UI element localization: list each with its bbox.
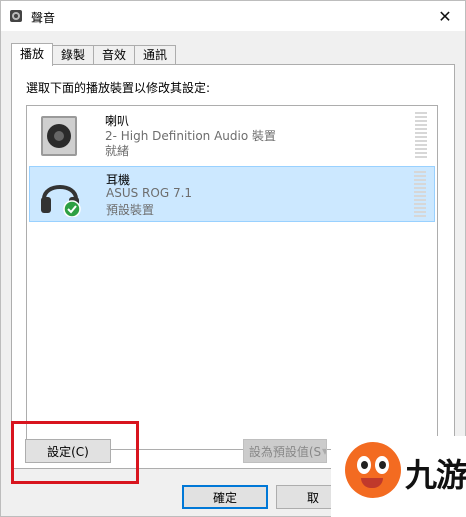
set-default-button[interactable]: 設為預設值(S bbox=[243, 439, 327, 463]
device-status: 預設裝置 bbox=[106, 203, 155, 217]
device-description: ASUS ROG 7.1 bbox=[106, 186, 193, 200]
logo-text: 九游 bbox=[405, 456, 466, 494]
tab-playback[interactable]: 播放 bbox=[11, 43, 54, 66]
speaker-icon bbox=[41, 116, 77, 156]
window-title: 聲音 bbox=[31, 11, 56, 25]
tab-sounds[interactable]: 音效 bbox=[93, 45, 136, 65]
device-description: 2- High Definition Audio 裝置 bbox=[105, 129, 277, 143]
mascot-icon bbox=[345, 442, 401, 498]
playback-panel: 選取下面的播放裝置以修改其設定: 喇叭 2- High Definition A… bbox=[11, 64, 455, 469]
tab-bar: 播放 錄製 音效 通訊 bbox=[11, 43, 177, 66]
device-list[interactable]: 喇叭 2- High Definition Audio 裝置 就緒 耳機 ASU… bbox=[26, 105, 438, 450]
close-button[interactable]: ✕ bbox=[425, 1, 465, 31]
device-item-speakers[interactable]: 喇叭 2- High Definition Audio 裝置 就緒 bbox=[29, 108, 435, 164]
instruction-text: 選取下面的播放裝置以修改其設定: bbox=[26, 81, 211, 95]
title-bar: 聲音 ✕ bbox=[1, 1, 465, 31]
ok-button[interactable]: 確定 bbox=[182, 485, 268, 509]
highlight-annotation bbox=[11, 421, 139, 484]
tab-recording[interactable]: 錄製 bbox=[52, 45, 95, 65]
volume-level-meter bbox=[414, 171, 426, 217]
watermark-logo: 九游 bbox=[331, 436, 466, 517]
device-status: 就緒 bbox=[105, 144, 130, 158]
device-item-headphones[interactable]: 耳機 ASUS ROG 7.1 預設裝置 bbox=[29, 166, 435, 222]
sound-dialog: 聲音 ✕ 播放 錄製 音效 通訊 選取下面的播放裝置以修改其設定: 喇叭 2- … bbox=[0, 0, 466, 517]
volume-level-meter bbox=[415, 112, 427, 158]
speaker-icon bbox=[10, 10, 22, 22]
headphones-icon bbox=[41, 185, 81, 217]
tab-communications[interactable]: 通訊 bbox=[134, 45, 177, 65]
